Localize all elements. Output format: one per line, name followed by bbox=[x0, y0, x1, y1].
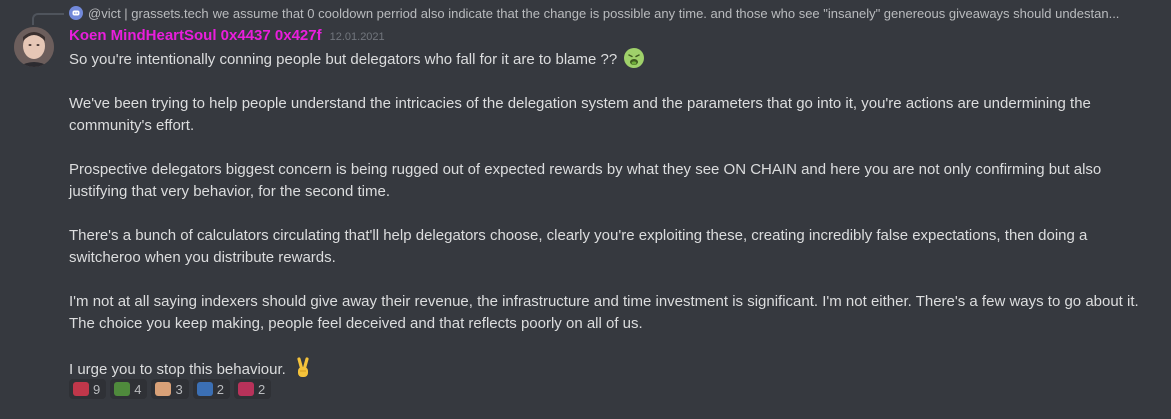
username[interactable]: Koen MindHeartSoul 0x4437 0x427f bbox=[69, 27, 322, 44]
reaction-count: 2 bbox=[216, 381, 224, 397]
paragraph: I urge you to stop this behaviour. bbox=[69, 357, 1154, 381]
reply-connector bbox=[32, 13, 64, 25]
reaction[interactable]: 9 bbox=[69, 379, 107, 399]
red-custom-emoji-icon bbox=[73, 382, 89, 396]
reaction[interactable]: 2 bbox=[233, 379, 272, 399]
paragraph-text: I urge you to stop this behaviour. bbox=[69, 361, 286, 378]
pepe-frog-icon bbox=[114, 382, 131, 396]
reply-preview[interactable]: @vict | grassets.tech we assume that 0 c… bbox=[69, 4, 1159, 22]
paragraph: So you're intentionally conning people b… bbox=[69, 47, 1154, 71]
nauseated-face-icon[interactable] bbox=[623, 47, 645, 69]
reaction-count: 3 bbox=[175, 381, 183, 397]
message-content: So you're intentionally conning people b… bbox=[69, 47, 1154, 381]
pink-custom-emoji-icon bbox=[237, 382, 254, 396]
reactions-bar: 9 4 3 2 2 bbox=[69, 379, 272, 399]
victory-hand-icon[interactable] bbox=[292, 357, 314, 379]
paragraph-text: So you're intentionally conning people b… bbox=[69, 51, 618, 68]
timestamp[interactable]: 12.01.2021 bbox=[330, 31, 385, 43]
reaction[interactable]: 2 bbox=[192, 379, 230, 399]
reaction-count: 2 bbox=[257, 381, 266, 397]
reply-text[interactable]: we assume that 0 cooldown perriod also i… bbox=[213, 6, 1120, 21]
face-emoji-icon bbox=[155, 382, 172, 396]
reply-author[interactable]: @vict | grassets.tech bbox=[88, 6, 209, 21]
avatar[interactable] bbox=[14, 27, 54, 67]
reaction-count: 9 bbox=[93, 381, 101, 397]
message-header: Koen MindHeartSoul 0x4437 0x427f 12.01.2… bbox=[69, 27, 385, 47]
reaction[interactable]: 3 bbox=[151, 379, 189, 399]
paragraph: There's a bunch of calculators circulati… bbox=[69, 227, 1088, 266]
reaction-count: 4 bbox=[134, 381, 142, 397]
pog-emoji-icon bbox=[196, 382, 213, 396]
paragraph: We've been trying to help people underst… bbox=[69, 95, 1091, 134]
discord-avatar-icon bbox=[69, 6, 83, 20]
paragraph: I'm not at all saying indexers should gi… bbox=[69, 293, 1139, 332]
paragraph: Prospective delegators biggest concern i… bbox=[69, 161, 1102, 200]
reaction[interactable]: 4 bbox=[110, 379, 148, 399]
chat-message: @vict | grassets.tech we assume that 0 c… bbox=[0, 0, 1171, 419]
